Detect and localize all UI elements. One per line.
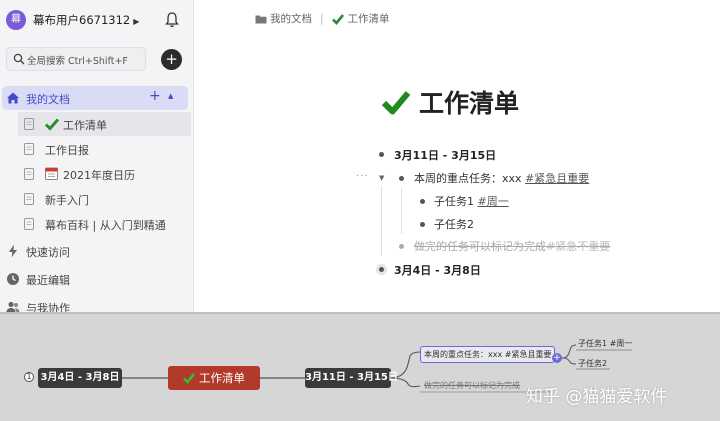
- bullet-dot[interactable]: [379, 152, 384, 157]
- doc-label: 幕布百科 | 从入门到精通: [45, 219, 166, 232]
- check-emoji-icon: [331, 13, 344, 25]
- outline-subtask2[interactable]: 子任务2: [434, 216, 474, 232]
- mindmap-node-week1[interactable]: 3月11日 - 3月15日: [305, 368, 398, 388]
- username[interactable]: 幕布用户6671312 ▶: [33, 12, 139, 28]
- bullet-dot[interactable]: [399, 244, 404, 249]
- collapsed-bullet[interactable]: [376, 264, 387, 275]
- page-title[interactable]: 工作清单: [381, 84, 519, 120]
- sidebar-item-my-docs[interactable]: 我的文档 + ▲: [2, 86, 188, 110]
- mindmap-panel: 1 3月4日 - 3月8日 工作清单 3月11日 - 3月15日 本周的重点任务…: [0, 312, 720, 421]
- mindmap-node-subtask1[interactable]: 子任务1 #周一: [578, 338, 632, 349]
- tag-link[interactable]: #紧急且重要: [525, 172, 589, 185]
- app-window: 幕 幕布用户6671312 ▶ 全局搜索 Ctrl+Shift+F + 我的文档 …: [0, 0, 720, 421]
- sidebar-doc-encyclopedia[interactable]: 幕布百科 | 从入门到精通: [18, 212, 191, 236]
- sidebar-doc-beginner[interactable]: 新手入门: [18, 187, 191, 211]
- sidebar-item-shared[interactable]: 与我协作: [0, 295, 193, 312]
- search-placeholder: 全局搜索 Ctrl+Shift+F: [27, 56, 128, 67]
- more-dots-icon[interactable]: ···: [356, 171, 369, 182]
- document-area: 我的文档 | 工作清单 工作清单 3月11日 - 3月15日 ··· ▼ 本周的重点…: [195, 0, 720, 312]
- doc-icon: [24, 143, 34, 155]
- breadcrumb: 我的文档 | 工作清单: [255, 11, 390, 26]
- outline-done-task[interactable]: 做完的任务可以标记为完成#紧急不重要: [414, 238, 610, 254]
- home-icon: [7, 92, 19, 104]
- user-row[interactable]: 幕 幕布用户6671312 ▶: [0, 0, 193, 42]
- focus-text: 本周的重点任务：xxx: [414, 172, 526, 185]
- outline-subtask1[interactable]: 子任务1 #周一: [434, 193, 509, 209]
- doc-label: 工作清单: [63, 119, 107, 132]
- sidebar-item-quick-access[interactable]: 快速访问: [0, 239, 193, 263]
- sidebar: 幕 幕布用户6671312 ▶ 全局搜索 Ctrl+Shift+F + 我的文档 …: [0, 0, 194, 312]
- clock-icon: [7, 273, 19, 285]
- outline-week1[interactable]: 3月11日 - 3月15日: [394, 147, 496, 163]
- folder-icon: [255, 15, 267, 23]
- page-title-text: 工作清单: [419, 89, 520, 118]
- root-label: 工作清单: [199, 371, 245, 385]
- mindmap-collapse-button[interactable]: 1: [24, 372, 34, 382]
- sidebar-doc-work-list[interactable]: 工作清单: [18, 112, 191, 136]
- watermark: 知乎 @猫猫爱软件: [526, 387, 668, 407]
- caret-right-icon: ▶: [133, 17, 140, 26]
- bell-icon[interactable]: [164, 11, 180, 29]
- sidebar-doc-daily-report[interactable]: 工作日报: [18, 137, 191, 161]
- check-emoji-icon: [45, 118, 59, 131]
- outline-week2[interactable]: 3月4日 - 3月8日: [394, 262, 481, 278]
- calendar-emoji-icon: [45, 167, 58, 180]
- new-doc-button[interactable]: +: [161, 49, 182, 70]
- username-text: 幕布用户6671312: [33, 13, 131, 27]
- bullet-dot[interactable]: [399, 176, 404, 181]
- doc-label: 新手入门: [45, 194, 89, 207]
- indent-guide: [401, 188, 402, 234]
- tag-link[interactable]: #紧急不重要: [546, 240, 610, 253]
- sidebar-item-label: 快速访问: [26, 246, 70, 259]
- bullet-dot[interactable]: [420, 199, 425, 204]
- breadcrumb-separator: |: [320, 12, 324, 25]
- avatar[interactable]: 幕: [6, 10, 26, 30]
- mindmap-node-done[interactable]: 做完的任务可以标记为完成: [424, 380, 520, 391]
- search-icon: [13, 53, 25, 65]
- done-text: 做完的任务可以标记为完成: [414, 240, 546, 253]
- outline-focus-task[interactable]: 本周的重点任务：xxx #紧急且重要: [414, 170, 589, 186]
- mindmap-node-subtask2[interactable]: 子任务2: [578, 358, 607, 369]
- doc-label: 工作日报: [45, 144, 89, 157]
- sidebar-doc-calendar[interactable]: 2021年度日历: [18, 162, 191, 186]
- users-icon: [6, 301, 20, 312]
- doc-icon: [24, 218, 34, 230]
- collapse-down-icon[interactable]: ▼: [379, 174, 384, 182]
- mindmap-node-week2[interactable]: 3月4日 - 3月8日: [38, 368, 122, 388]
- check-emoji-icon: [183, 373, 195, 384]
- bullet-dot[interactable]: [420, 222, 425, 227]
- sidebar-item-label: 我的文档: [26, 93, 70, 106]
- sidebar-item-label: 与我协作: [26, 302, 70, 312]
- sidebar-item-label: 最近编辑: [26, 274, 70, 287]
- mindmap-add-icon[interactable]: +: [552, 353, 562, 363]
- subtask1-text: 子任务1: [434, 195, 478, 208]
- collapse-up-icon[interactable]: ▲: [168, 92, 173, 100]
- lightning-icon: [9, 244, 17, 258]
- sidebar-item-recent[interactable]: 最近编辑: [0, 267, 193, 291]
- doc-label: 2021年度日历: [63, 169, 135, 182]
- doc-icon: [24, 118, 34, 130]
- doc-icon: [24, 168, 34, 180]
- breadcrumb-current[interactable]: 工作清单: [348, 13, 390, 25]
- indent-guide: [381, 186, 382, 256]
- doc-icon: [24, 193, 34, 205]
- search-box[interactable]: 全局搜索 Ctrl+Shift+F: [6, 47, 146, 71]
- mindmap-node-focus[interactable]: 本周的重点任务：xxx #紧急且重要: [420, 346, 556, 363]
- mindmap-root-node[interactable]: 工作清单: [168, 366, 260, 390]
- breadcrumb-folder[interactable]: 我的文档: [270, 13, 312, 25]
- check-emoji-icon: [381, 91, 411, 115]
- add-doc-icon[interactable]: +: [149, 88, 161, 104]
- tag-link[interactable]: #周一: [478, 195, 509, 208]
